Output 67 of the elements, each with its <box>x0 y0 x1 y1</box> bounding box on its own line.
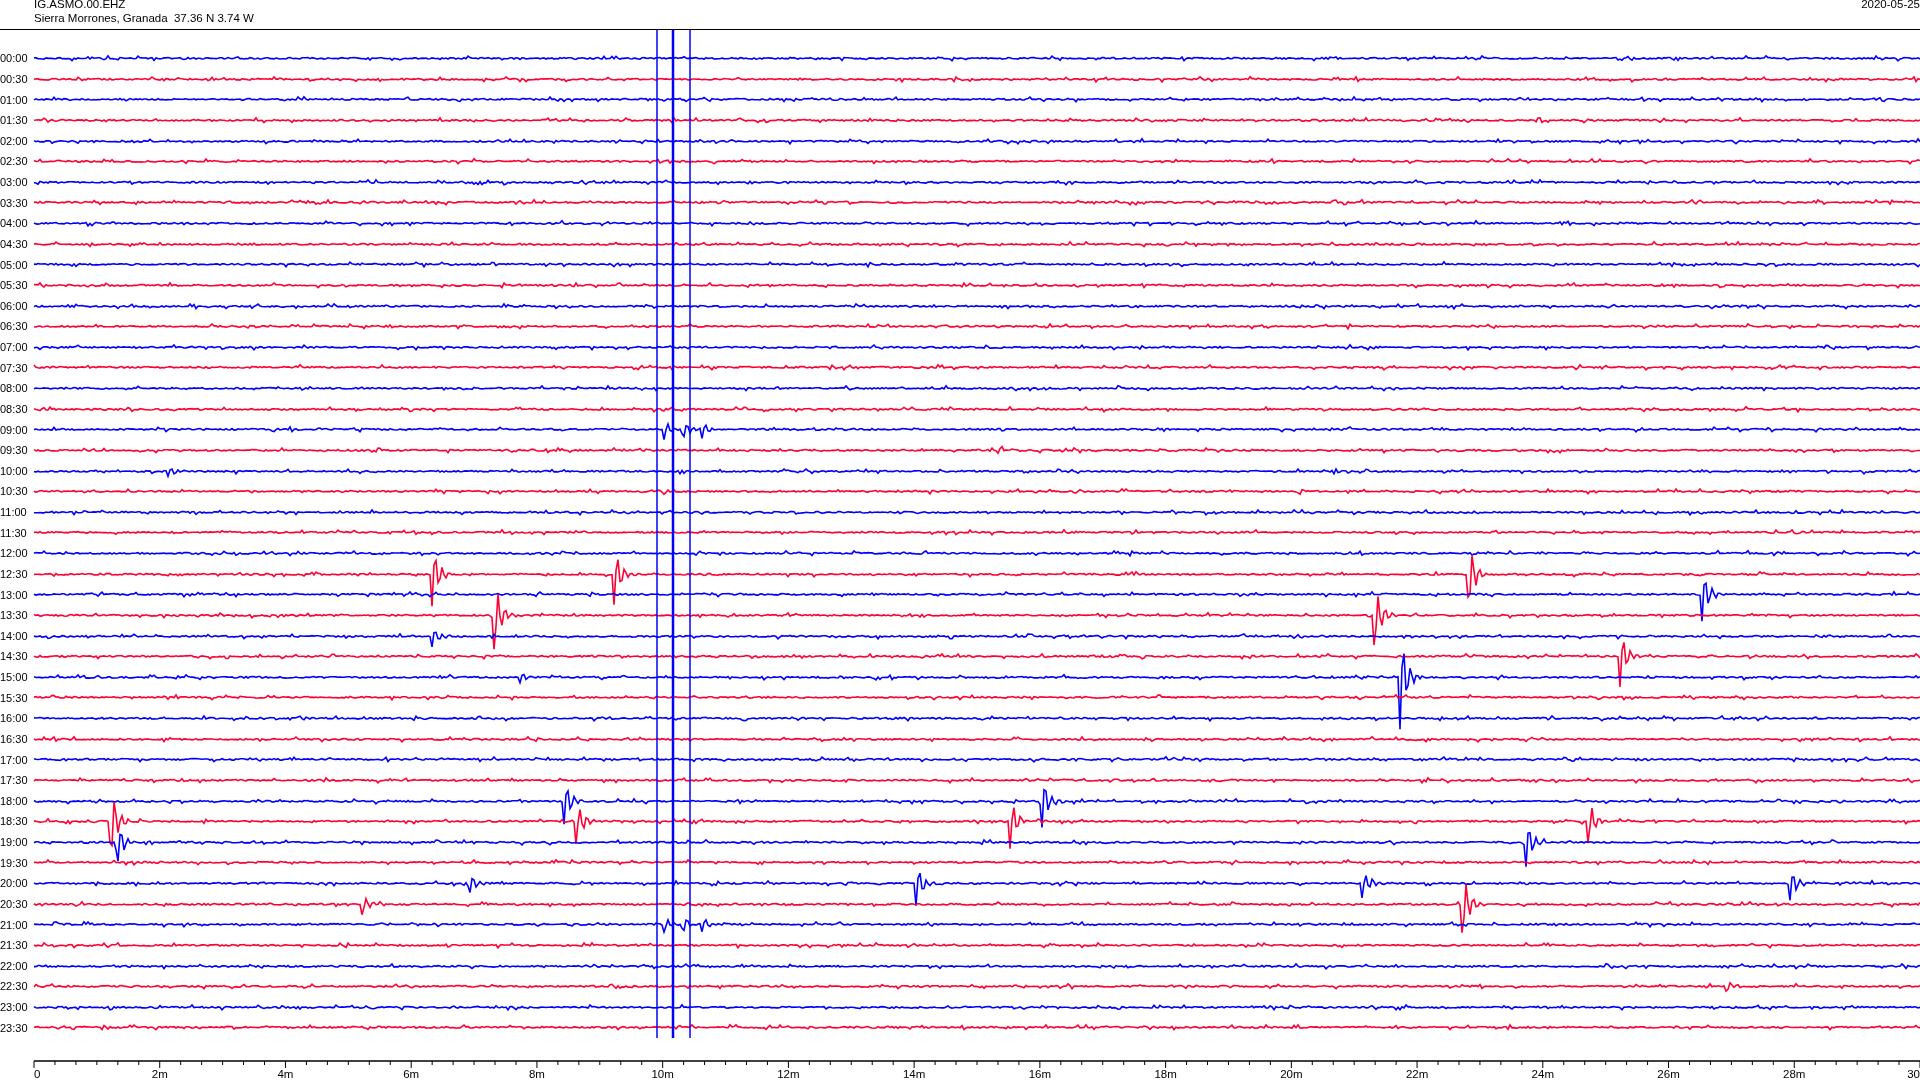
time-label: 11:00 <box>0 506 28 519</box>
time-label: 07:00 <box>0 341 29 354</box>
time-label: 08:00 <box>0 382 29 395</box>
time-label: 04:00 <box>0 217 29 230</box>
time-label: 05:30 <box>0 279 29 292</box>
time-label: 17:00 <box>0 753 29 766</box>
axis-tick-label: 18m <box>1154 1068 1177 1080</box>
axis-tick-label: 22m <box>1405 1068 1429 1080</box>
time-label: 08:30 <box>0 402 29 415</box>
time-label: 20:30 <box>0 897 29 910</box>
time-label: 23:30 <box>0 1021 29 1034</box>
time-label: 00:30 <box>0 72 29 85</box>
time-label: 04:30 <box>0 237 29 250</box>
time-label: 18:30 <box>0 815 29 828</box>
time-label: 09:00 <box>0 423 29 436</box>
time-label: 15:30 <box>0 691 29 704</box>
time-label: 11:30 <box>0 526 28 539</box>
time-label: 12:00 <box>0 547 29 560</box>
time-label: 16:00 <box>0 712 29 725</box>
time-label: 17:30 <box>0 774 29 787</box>
time-label: 21:00 <box>0 918 29 931</box>
axis-tick-label: 4m <box>277 1068 294 1080</box>
time-label: 22:30 <box>0 980 29 993</box>
time-label: 10:00 <box>0 464 29 477</box>
time-label: 12:30 <box>0 567 29 580</box>
time-label: 10:30 <box>0 485 29 498</box>
time-label: 07:30 <box>0 361 29 374</box>
time-label: 16:30 <box>0 732 29 745</box>
axis-tick-label: 14m <box>902 1068 926 1080</box>
time-label: 22:00 <box>0 959 29 972</box>
time-label: 14:30 <box>0 650 29 663</box>
axis-tick-label: 24m <box>1531 1068 1554 1080</box>
time-label: 21:30 <box>0 939 29 952</box>
record-date: 2020-05-25 <box>1861 0 1920 12</box>
axis-tick-label: 26m <box>1657 1068 1680 1080</box>
time-label: 03:00 <box>0 176 29 189</box>
time-label: 00:00 <box>0 52 29 65</box>
axis-tick-label: 30 <box>1907 1068 1920 1080</box>
time-label: 19:30 <box>0 856 29 869</box>
station-location: Sierra Morrones, Granada 37.36 N 3.74 W <box>34 11 254 25</box>
time-label: 03:30 <box>0 196 29 209</box>
time-label: 01:30 <box>0 114 29 127</box>
time-label: 18:00 <box>0 794 29 807</box>
time-label: 02:30 <box>0 155 29 168</box>
station-code: IG.ASMO.00.EHZ <box>34 0 127 11</box>
time-label: 06:00 <box>0 299 29 312</box>
time-label: 20:00 <box>0 877 29 890</box>
axis-tick-label: 2m <box>151 1068 168 1080</box>
axis-tick-label: 16m <box>1028 1068 1052 1080</box>
axis-tick-label: 0 <box>34 1068 41 1080</box>
time-label: 13:00 <box>0 588 29 601</box>
time-label: 06:30 <box>0 320 29 333</box>
time-label: 14:00 <box>0 629 29 642</box>
axis-tick-label: 28m <box>1783 1068 1806 1080</box>
time-label: 15:00 <box>0 671 29 684</box>
time-label: 23:00 <box>0 1001 29 1014</box>
axis-tick-label: 10m <box>651 1068 674 1080</box>
time-label: 05:00 <box>0 258 29 271</box>
axis-tick-label: 12m <box>777 1068 800 1080</box>
time-label: 02:00 <box>0 134 29 147</box>
time-label: 19:00 <box>0 836 29 849</box>
axis-tick-label: 8m <box>528 1068 545 1080</box>
time-label: 09:30 <box>0 444 29 457</box>
time-label: 13:30 <box>0 609 29 622</box>
time-label: 01:00 <box>0 93 29 106</box>
axis-tick-label: 20m <box>1280 1068 1303 1080</box>
axis-tick-label: 6m <box>403 1068 420 1080</box>
